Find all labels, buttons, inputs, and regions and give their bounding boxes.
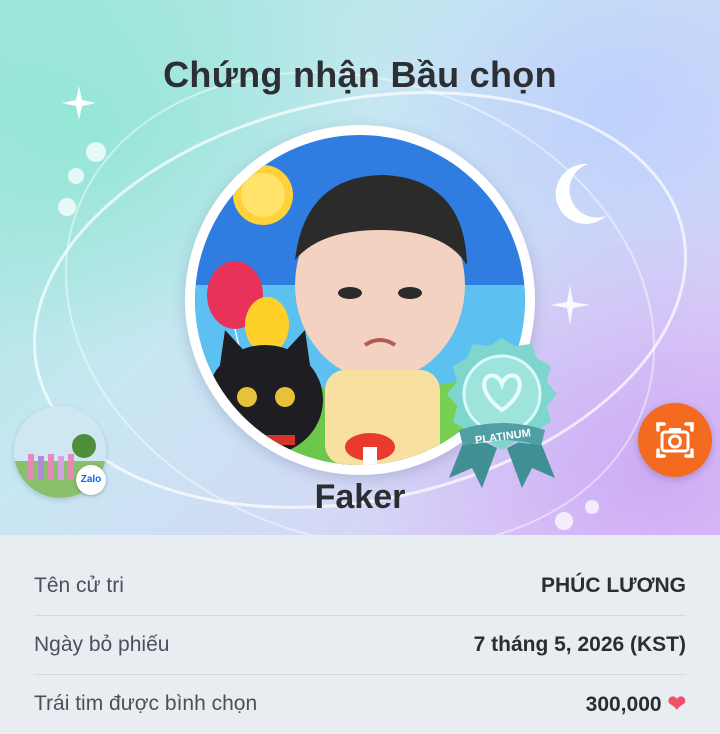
row-value: 300,000 ❤ [586, 675, 686, 734]
certificate-card: Chứng nhận Bầu chọn PLATINUM Faker Zalo [0, 0, 720, 535]
moon-icon [555, 163, 606, 224]
camera-button[interactable] [638, 403, 712, 477]
row-label: Ngày bỏ phiếu [34, 633, 170, 656]
bubble-decoration [86, 142, 106, 162]
zalo-logo: Zalo [76, 465, 106, 495]
camera-icon [656, 422, 694, 458]
platinum-badge [447, 338, 557, 488]
voter-name-row: Tên cử tri PHÚC LƯƠNG [34, 557, 686, 616]
hearts-row: Trái tim được bình chọn 300,000 ❤ [34, 675, 686, 733]
row-label: Tên cử tri [34, 574, 124, 597]
vote-details: Tên cử tri PHÚC LƯƠNG Ngày bỏ phiếu 7 th… [0, 535, 720, 720]
heart-icon: ❤ [667, 691, 686, 716]
sparkle-icon [62, 86, 96, 120]
sparkle-icon [550, 285, 590, 325]
hearts-count: 300,000 [585, 693, 662, 716]
vote-date-row: Ngày bỏ phiếu 7 tháng 5, 2026 (KST) [34, 616, 686, 675]
page-title: Chứng nhận Bầu chọn [163, 54, 557, 95]
row-label: Trái tim được bình chọn [34, 692, 258, 715]
row-value: PHÚC LƯƠNG [540, 574, 686, 597]
bubble-decoration [68, 168, 84, 184]
candidate-name: Faker [314, 478, 406, 516]
bubble-decoration [58, 198, 76, 216]
row-value: 7 tháng 5, 2026 (KST) [473, 633, 686, 656]
